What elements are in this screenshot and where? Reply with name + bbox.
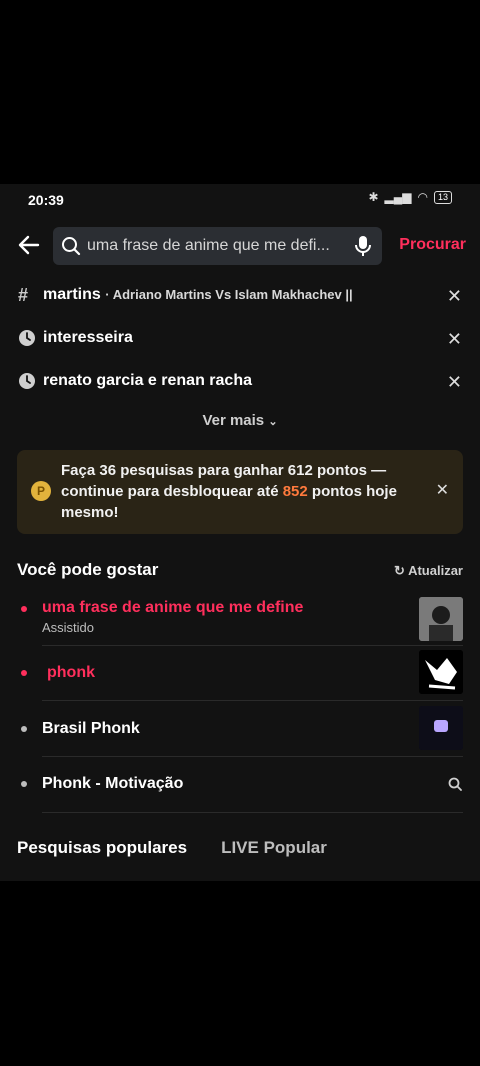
- suggestion-item[interactable]: Phonk - Motivação: [0, 757, 480, 811]
- hashtag-icon: #: [18, 285, 29, 305]
- signal-icon: ▂▄▆: [384, 190, 412, 204]
- search-submit-button[interactable]: Procurar: [399, 236, 466, 254]
- suggestion-thumbnail: [419, 650, 463, 694]
- clock-icon: [19, 373, 35, 389]
- refresh-button[interactable]: ↻ Atualizar: [394, 563, 463, 579]
- status-time: 20:39: [28, 192, 64, 208]
- reward-banner[interactable]: P Faça 36 pesquisas para ganhar 612 pont…: [17, 450, 463, 534]
- history-item[interactable]: # martins · Adriano Martins Vs Islam Mak…: [0, 276, 480, 316]
- history-label: interesseira: [43, 329, 133, 346]
- suggestion-label: phonk: [47, 664, 95, 681]
- tab-bar: Pesquisas populares LIVE Popular: [17, 838, 327, 858]
- chevron-down-icon: ⌄: [268, 416, 278, 428]
- suggestion-thumbnail: [419, 597, 463, 641]
- suggestion-item[interactable]: Brasil Phonk: [0, 702, 480, 756]
- history-sub: · Adriano Martins Vs Islam Makhachev ||: [105, 287, 353, 302]
- search-query[interactable]: uma frase de anime que me defi...: [87, 237, 330, 255]
- history-label: martins: [43, 286, 101, 303]
- suggestion-label: Phonk - Motivação: [42, 775, 184, 792]
- battery-icon: 13: [433, 190, 452, 204]
- remove-history-icon[interactable]: ✕: [447, 286, 462, 307]
- suggestion-label: uma frase de anime que me define: [42, 599, 304, 616]
- wifi-icon: ◠: [417, 190, 428, 204]
- history-item[interactable]: renato garcia e renan racha ✕: [0, 362, 480, 402]
- history-item[interactable]: interesseira ✕: [0, 319, 480, 359]
- banner-text: Faça 36 pesquisas para ganhar 612 pontos…: [61, 462, 397, 521]
- clock-icon: [19, 330, 35, 346]
- tab-live-popular[interactable]: LIVE Popular: [221, 838, 327, 858]
- microphone-icon[interactable]: [354, 235, 372, 257]
- remove-history-icon[interactable]: ✕: [447, 329, 462, 350]
- suggestion-thumbnail: [419, 706, 463, 750]
- search-icon[interactable]: [448, 777, 462, 791]
- suggestion-item[interactable]: uma frase de anime que me define Assisti…: [0, 592, 480, 646]
- dot-icon: [21, 726, 27, 732]
- suggestion-item[interactable]: phonk: [0, 646, 480, 700]
- history-label: renato garcia e renan racha: [43, 372, 252, 389]
- bluetooth-icon: ✱: [368, 190, 379, 204]
- dot-icon: [21, 781, 27, 787]
- suggestion-label: Brasil Phonk: [42, 720, 140, 737]
- see-more-button[interactable]: Ver mais ⌄: [0, 412, 480, 429]
- search-input[interactable]: uma frase de anime que me defi...: [53, 227, 382, 265]
- search-icon: [62, 237, 81, 256]
- close-icon[interactable]: ✕: [436, 480, 449, 500]
- dot-icon: [21, 670, 27, 676]
- status-icons: ✱ ▂▄▆ ◠ 13: [368, 190, 452, 204]
- refresh-icon: ↻: [394, 563, 405, 578]
- app-screen: 20:39 ✱ ▂▄▆ ◠ 13 uma frase de anime que …: [0, 184, 480, 881]
- suggestion-sub: Assistido: [42, 620, 95, 635]
- suggestions-title: Você pode gostar: [17, 560, 159, 579]
- back-arrow-icon[interactable]: [16, 232, 42, 258]
- remove-history-icon[interactable]: ✕: [447, 372, 462, 393]
- coin-icon: P: [31, 481, 51, 501]
- dot-icon: [21, 606, 27, 612]
- tab-popular-searches[interactable]: Pesquisas populares: [17, 838, 187, 858]
